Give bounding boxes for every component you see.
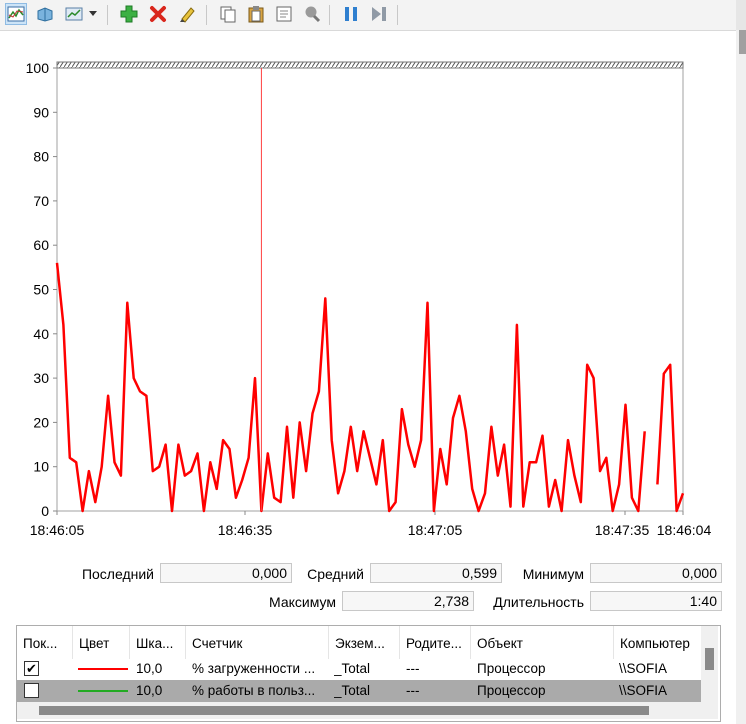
delete-counter-icon[interactable] [147, 3, 169, 25]
counter-cell: % загруженности ... [192, 661, 316, 676]
y-tick-label: 60 [33, 237, 49, 253]
scrollbar-thumb[interactable] [39, 706, 649, 715]
scrollbar-thumb[interactable] [705, 648, 714, 670]
paste-counters-icon[interactable] [245, 3, 267, 25]
maximum-label: Максимум [269, 594, 336, 610]
minimum-label: Минимум [522, 566, 584, 582]
duration-label: Длительность [493, 594, 584, 610]
duration-value: 1:40 [590, 591, 722, 611]
y-tick-label: 50 [33, 282, 49, 298]
average-value: 0,599 [370, 563, 502, 583]
header-object[interactable]: Объект [471, 626, 614, 659]
y-tick-label: 0 [41, 503, 49, 519]
header-instance[interactable]: Экзем... [329, 626, 400, 659]
maximum-value: 2,738 [342, 591, 474, 611]
view-report-icon[interactable] [63, 3, 85, 25]
copy-properties-icon[interactable] [217, 3, 239, 25]
color-swatch [78, 668, 128, 670]
freeze-display-icon[interactable] [340, 3, 362, 25]
legend-vertical-scrollbar[interactable] [701, 626, 718, 719]
instance-cell: _Total [334, 661, 371, 676]
average-label: Средний [307, 566, 364, 582]
update-data-icon[interactable] [368, 3, 390, 25]
parent-cell: --- [406, 661, 420, 676]
view-graph-icon[interactable] [5, 3, 27, 25]
y-tick-label: 20 [33, 414, 49, 430]
computer-cell: \\SOFIA [619, 683, 668, 698]
header-show[interactable]: Пок... [17, 626, 73, 659]
last-value: 0,000 [160, 563, 292, 583]
object-cell: Процессор [477, 661, 546, 676]
header-parent[interactable]: Родите... [400, 626, 471, 659]
view-histogram-icon[interactable] [34, 3, 56, 25]
performance-graph: 100908070605040302010018:46:05 18:46:35 18… [26, 60, 712, 538]
header-color[interactable]: Цвет [73, 626, 130, 659]
y-tick-label: 30 [33, 370, 49, 386]
counter-cell: % работы в польз... [192, 683, 316, 698]
counter-legend-table: Пок... Цвет Шка... Счетчик Экзем... Роди… [16, 625, 721, 722]
x-tick-label: 18:46:04 [657, 522, 712, 538]
scrollbar-thumb[interactable] [739, 30, 746, 54]
properties-icon[interactable] [273, 3, 295, 25]
y-tick-label: 80 [33, 149, 49, 165]
legend-row[interactable]: ✔ 10,0 % загруженности ... _Total --- Пр… [17, 658, 701, 680]
y-tick-label: 70 [33, 193, 49, 209]
y-tick-label: 100 [26, 60, 50, 76]
y-tick-label: 90 [33, 104, 49, 120]
x-tick-label: 18:46:35 [218, 522, 273, 538]
legend-row-selected[interactable]: 10,0 % работы в польз... _Total --- Проц… [17, 680, 701, 702]
legend-horizontal-scrollbar[interactable] [17, 702, 701, 719]
x-tick-label: 18:47:35 [595, 522, 650, 538]
instance-cell: _Total [334, 683, 371, 698]
x-tick-label: 18:47:05 [408, 522, 463, 538]
object-cell: Процессор [477, 683, 546, 698]
y-tick-label: 40 [33, 326, 49, 342]
show-checkbox[interactable] [24, 683, 39, 698]
color-swatch [78, 690, 128, 692]
scale-cell: 10,0 [136, 683, 163, 698]
show-checkbox[interactable]: ✔ [24, 661, 39, 676]
header-scale[interactable]: Шка... [130, 626, 186, 659]
x-tick-label: 18:46:05 [30, 522, 85, 538]
scale-limit-bar [56, 61, 684, 69]
computer-cell: \\SOFIA [619, 661, 668, 676]
right-scrollbar[interactable] [736, 0, 746, 724]
toolbar [0, 0, 736, 31]
legend-header: Пок... Цвет Шка... Счетчик Экзем... Роди… [17, 626, 720, 659]
zoom-icon[interactable] [301, 3, 323, 25]
add-counter-icon[interactable] [118, 3, 140, 25]
y-tick-label: 10 [33, 459, 49, 475]
highlight-icon[interactable] [176, 3, 198, 25]
header-counter[interactable]: Счетчик [186, 626, 329, 659]
minimum-value: 0,000 [590, 563, 722, 583]
parent-cell: --- [406, 683, 420, 698]
scale-cell: 10,0 [136, 661, 163, 676]
dropdown-arrow-icon[interactable] [87, 3, 99, 25]
last-label: Последний [81, 566, 154, 582]
